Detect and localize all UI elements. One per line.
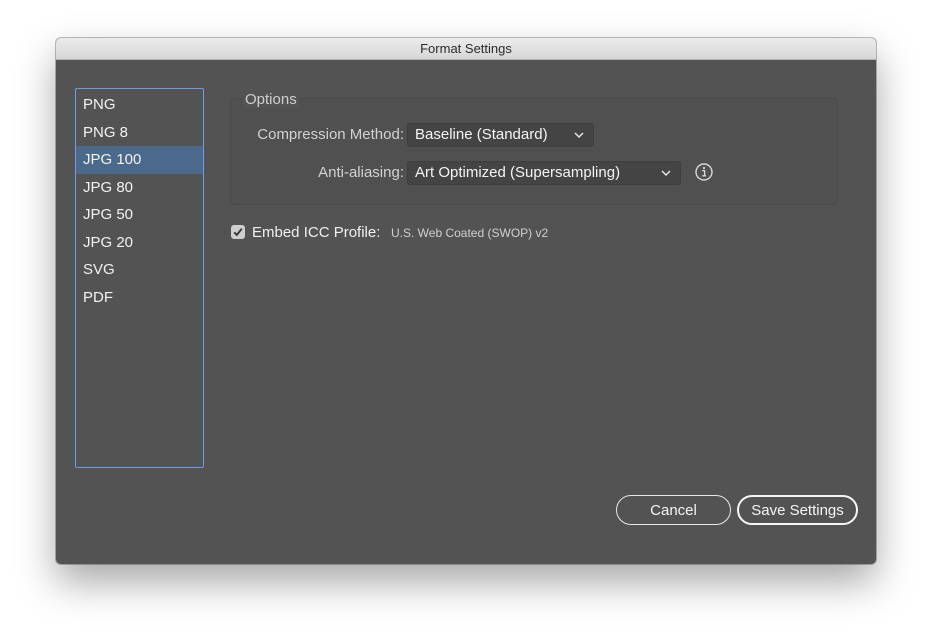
chevron-down-icon [574,132,584,139]
options-group: Options [230,91,838,205]
format-item-jpg-20[interactable]: JPG 20 [76,229,203,257]
info-icon[interactable] [694,162,714,182]
format-item-png-8[interactable]: PNG 8 [76,119,203,147]
cancel-button[interactable]: Cancel [616,495,731,525]
anti-aliasing-value: Art Optimized (Supersampling) [415,164,621,181]
embed-icc-checkbox[interactable] [231,225,245,239]
embed-icc-value: U.S. Web Coated (SWOP) v2 [391,226,549,240]
compression-method-value: Baseline (Standard) [415,126,548,143]
format-item-jpg-100[interactable]: JPG 100 [76,146,203,174]
embed-icc-label: Embed ICC Profile: [252,224,381,241]
save-settings-button[interactable]: Save Settings [737,495,858,525]
format-settings-window: Format Settings PNG PNG 8 JPG 100 JPG 80… [56,38,876,564]
format-item-jpg-50[interactable]: JPG 50 [76,201,203,229]
compression-method-select[interactable]: Baseline (Standard) [407,123,594,147]
format-item-pdf[interactable]: PDF [76,284,203,312]
window-title: Format Settings [56,38,876,60]
format-item-png[interactable]: PNG [76,91,203,119]
chevron-down-icon [661,170,671,177]
format-item-svg[interactable]: SVG [76,256,203,284]
options-legend: Options [243,91,299,108]
checkmark-icon [233,228,243,237]
anti-aliasing-label: Anti-aliasing: [318,164,404,181]
anti-aliasing-select[interactable]: Art Optimized (Supersampling) [407,161,681,185]
format-list[interactable]: PNG PNG 8 JPG 100 JPG 80 JPG 50 JPG 20 S… [75,88,204,468]
compression-method-label: Compression Method: [257,126,404,143]
format-item-jpg-80[interactable]: JPG 80 [76,174,203,202]
